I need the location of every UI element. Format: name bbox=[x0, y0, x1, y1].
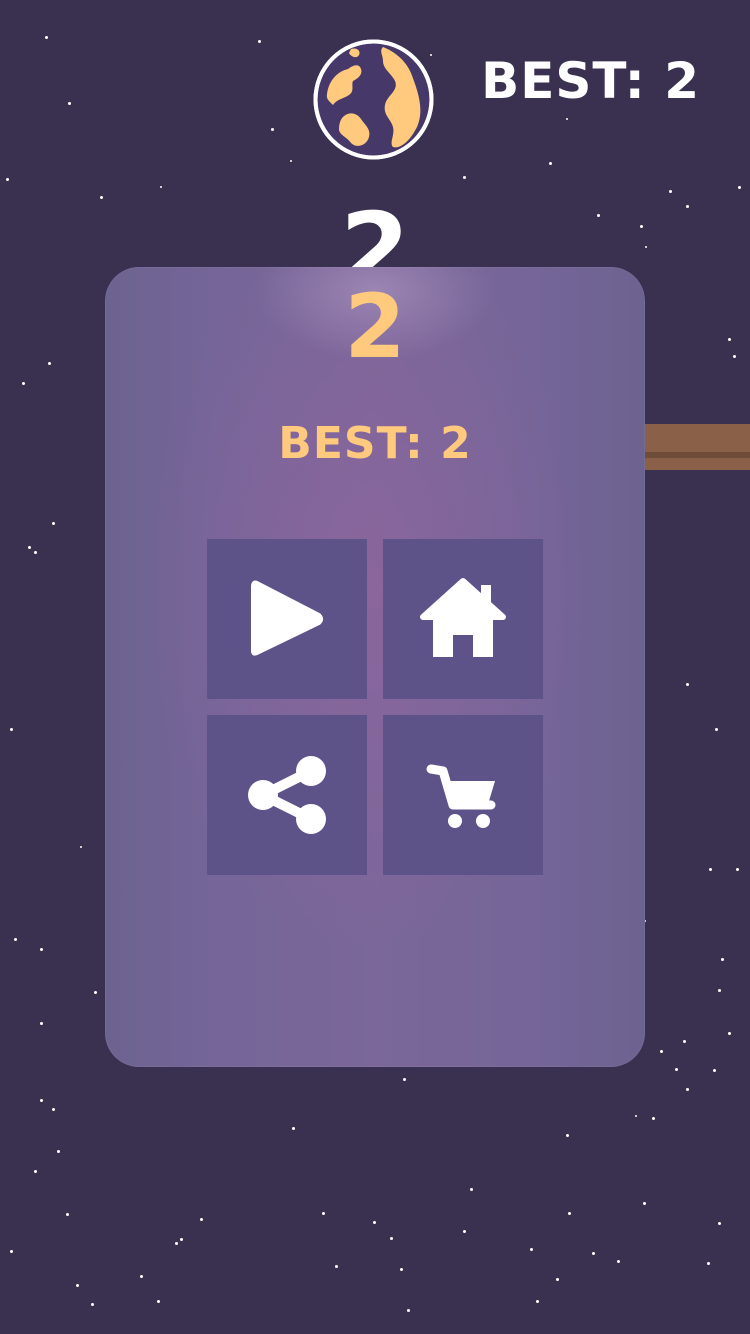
star bbox=[68, 102, 71, 105]
star bbox=[683, 1040, 686, 1043]
star bbox=[568, 1212, 571, 1215]
star bbox=[52, 522, 55, 525]
star bbox=[660, 1050, 663, 1053]
star bbox=[290, 160, 292, 162]
game-screen: BEST: 2 2 2 BEST: 2 bbox=[0, 0, 750, 1334]
home-icon bbox=[420, 578, 506, 657]
star bbox=[721, 958, 724, 961]
star bbox=[100, 196, 103, 199]
star bbox=[718, 989, 721, 992]
star bbox=[45, 36, 48, 39]
star bbox=[322, 1212, 325, 1215]
star bbox=[718, 1222, 721, 1225]
star bbox=[736, 868, 739, 871]
star bbox=[592, 1252, 595, 1255]
game-over-panel: 2 BEST: 2 bbox=[105, 267, 645, 1067]
star bbox=[645, 246, 647, 248]
star bbox=[549, 162, 552, 165]
star bbox=[14, 938, 17, 941]
shop-button[interactable] bbox=[383, 715, 543, 875]
star bbox=[175, 1242, 178, 1245]
star bbox=[57, 1150, 60, 1153]
star bbox=[643, 1202, 646, 1205]
star bbox=[407, 1309, 410, 1312]
star bbox=[160, 186, 162, 188]
star bbox=[715, 728, 718, 731]
action-button-grid bbox=[207, 539, 543, 875]
star bbox=[34, 1170, 37, 1173]
star bbox=[40, 948, 43, 951]
star bbox=[617, 1260, 620, 1263]
star bbox=[292, 1127, 295, 1130]
star bbox=[400, 1268, 403, 1271]
best-score-label: BEST: 2 bbox=[278, 418, 472, 469]
share-button[interactable] bbox=[207, 715, 367, 875]
star bbox=[80, 846, 82, 848]
home-button[interactable] bbox=[383, 539, 543, 699]
star bbox=[373, 1221, 376, 1224]
star bbox=[40, 1022, 43, 1025]
star bbox=[28, 546, 31, 549]
star bbox=[709, 868, 712, 871]
star bbox=[566, 1134, 569, 1137]
planet-icon bbox=[313, 39, 434, 160]
star bbox=[157, 1300, 160, 1303]
star bbox=[94, 991, 97, 994]
star bbox=[200, 1218, 203, 1221]
star bbox=[403, 1078, 406, 1081]
star bbox=[10, 728, 13, 731]
star bbox=[91, 1303, 94, 1306]
star bbox=[10, 1250, 13, 1253]
star bbox=[597, 214, 600, 217]
star bbox=[463, 1230, 466, 1233]
star bbox=[40, 1099, 43, 1102]
star bbox=[6, 178, 9, 181]
star bbox=[258, 40, 261, 43]
star bbox=[707, 1262, 710, 1265]
star bbox=[669, 190, 672, 193]
hud-best-score: BEST: 2 bbox=[481, 52, 700, 110]
star bbox=[52, 1108, 55, 1111]
star bbox=[566, 118, 568, 120]
star bbox=[733, 355, 736, 358]
star bbox=[66, 1213, 69, 1216]
star bbox=[728, 1032, 731, 1035]
star bbox=[536, 1300, 539, 1303]
cart-icon bbox=[426, 764, 496, 828]
star bbox=[686, 683, 689, 686]
star bbox=[335, 1265, 338, 1268]
star bbox=[556, 1278, 559, 1281]
star bbox=[652, 1117, 655, 1120]
star bbox=[738, 186, 741, 189]
star bbox=[76, 1284, 79, 1287]
star bbox=[640, 225, 643, 228]
star bbox=[530, 1248, 533, 1251]
star bbox=[470, 1188, 473, 1191]
star bbox=[140, 1275, 143, 1278]
star bbox=[22, 382, 25, 385]
share-icon bbox=[248, 756, 326, 834]
play-icon bbox=[251, 580, 323, 656]
star bbox=[180, 1238, 183, 1241]
star bbox=[686, 205, 689, 208]
play-button[interactable] bbox=[207, 539, 367, 699]
tree-branch bbox=[630, 424, 750, 470]
star bbox=[728, 338, 731, 341]
final-score: 2 bbox=[344, 275, 406, 378]
star bbox=[390, 1237, 393, 1240]
star bbox=[675, 1068, 678, 1071]
star bbox=[48, 362, 51, 365]
star bbox=[34, 551, 37, 554]
star bbox=[635, 1115, 637, 1117]
star bbox=[713, 1069, 716, 1072]
star bbox=[686, 1088, 689, 1091]
star bbox=[271, 128, 274, 131]
star bbox=[463, 176, 466, 179]
